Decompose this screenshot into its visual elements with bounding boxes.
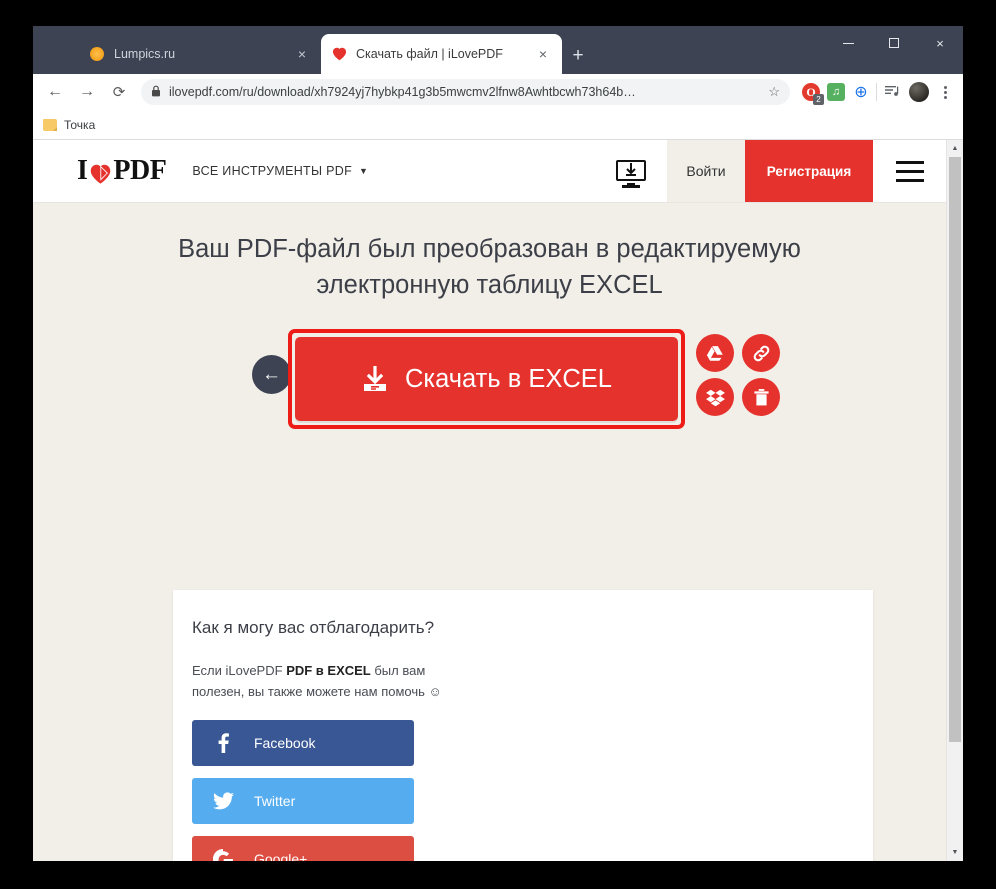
page-title: Ваш PDF-файл был преобразован в редактир… [178, 235, 801, 299]
download-excel-button[interactable]: Скачать в EXCEL [295, 337, 678, 421]
scrollbar-thumb[interactable] [949, 157, 961, 742]
minimize-button[interactable] [825, 26, 871, 60]
media-list-icon[interactable] [883, 85, 903, 99]
tab-strip: × Lumpics.ru × Скачать файл | iLovePDF ×… [33, 26, 963, 74]
music-extension-icon[interactable]: ♫ [827, 83, 845, 101]
site-header: I PDF ВСЕ ИНСТРУМЕНТЫ PDF ▼ Войти Регист… [33, 140, 946, 203]
card-body-bold: PDF в EXCEL [286, 663, 371, 678]
reload-icon[interactable]: ⟳ [105, 78, 133, 106]
desktop-download-icon [616, 159, 646, 188]
facebook-icon [192, 733, 254, 753]
extension-badge: 2 [813, 94, 824, 105]
download-section: ← Скачать в EXCEL [33, 323, 946, 443]
card-body-part1: Если iLovePDF [192, 663, 287, 678]
bookmarks-bar: Точка [33, 110, 963, 140]
tab-title: Скачать файл | iLovePDF [356, 47, 503, 61]
signup-button[interactable]: Регистрация [745, 140, 873, 202]
smiley-icon: ☺ [428, 684, 442, 699]
google-drive-button[interactable] [696, 334, 734, 372]
lock-icon [151, 85, 161, 100]
web-page: I PDF ВСЕ ИНСТРУМЕНТЫ PDF ▼ Войти Регист… [33, 140, 946, 861]
desktop-app-button[interactable] [595, 140, 667, 202]
screenshot-frame: × Lumpics.ru × Скачать файл | iLovePDF ×… [0, 0, 996, 889]
window-controls: × [825, 26, 963, 60]
maximize-button[interactable] [871, 26, 917, 60]
tab-title: Lumpics.ru [114, 47, 176, 61]
google-plus-icon [192, 849, 254, 861]
cloud-actions [693, 331, 785, 419]
address-bar[interactable]: ilovepdf.com/ru/download/xh7924yj7hybkp4… [141, 79, 790, 105]
browser-tab-ilovepdf[interactable]: Скачать файл | iLovePDF × [321, 34, 562, 74]
bookmark-label: Точка [64, 117, 96, 132]
bookmark-tochka[interactable]: Точка [43, 118, 95, 132]
all-pdf-tools-menu[interactable]: ВСЕ ИНСТРУМЕНТЫ PDF ▼ [192, 140, 368, 202]
card-body: Если iLovePDF PDF в EXCEL был вам полезе… [173, 638, 473, 702]
browser-window: × Lumpics.ru × Скачать файл | iLovePDF ×… [33, 26, 963, 861]
hamburger-menu-icon[interactable] [873, 140, 946, 202]
scroll-up-arrow[interactable]: ▲ [947, 140, 963, 157]
browser-toolbar: ← → ⟳ ilovepdf.com/ru/download/xh7924yj7… [33, 74, 963, 110]
close-window-button[interactable]: × [917, 26, 963, 60]
url-text: ilovepdf.com/ru/download/xh7924yj7hybkp4… [169, 85, 636, 99]
page-scrollbar[interactable]: ▲ ▼ [946, 140, 963, 861]
social-label: Facebook [254, 735, 316, 751]
kebab-menu-icon[interactable] [935, 85, 955, 99]
heart-icon [89, 162, 112, 185]
back-button[interactable]: ← [252, 355, 291, 394]
bookmark-star-icon[interactable]: ☆ [768, 84, 780, 100]
browser-tab-lumpics[interactable]: Lumpics.ru × [79, 34, 321, 74]
page-viewport: I PDF ВСЕ ИНСТРУМЕНТЫ PDF ▼ Войти Регист… [33, 140, 963, 861]
twitter-icon [192, 792, 254, 810]
toolbar-divider [876, 83, 877, 101]
orange-circle-icon [89, 46, 105, 62]
extensions-area: O 2 ♫ ⊕ [796, 83, 870, 105]
scroll-down-arrow[interactable]: ▼ [947, 844, 963, 861]
share-facebook-button[interactable]: Facebook [192, 720, 414, 766]
login-button[interactable]: Войти [667, 140, 745, 202]
back-navigation-icon[interactable]: ← [41, 78, 69, 106]
header-spacer [368, 140, 595, 202]
close-tab-icon[interactable]: × [293, 45, 311, 63]
close-tab-icon[interactable]: × [534, 45, 552, 63]
logo-text-pre: I [77, 155, 88, 186]
social-share-buttons: Facebook Twitter Google+ [173, 702, 873, 861]
share-twitter-button[interactable]: Twitter [192, 778, 414, 824]
social-label: Google+ [254, 851, 308, 861]
copy-link-button[interactable] [742, 334, 780, 372]
dropbox-button[interactable] [696, 378, 734, 416]
opera-extension-icon[interactable]: O 2 [802, 83, 824, 105]
all-tools-label: ВСЕ ИНСТРУМЕНТЫ PDF [192, 164, 353, 178]
logo-text-post: PDF [113, 155, 167, 186]
ilovepdf-logo[interactable]: I PDF [33, 140, 192, 202]
new-tab-button[interactable]: + [566, 44, 590, 68]
download-icon [361, 365, 389, 393]
card-title: Как я могу вас отблагодарить? [192, 618, 435, 637]
chevron-down-icon: ▼ [359, 166, 369, 176]
share-googleplus-button[interactable]: Google+ [192, 836, 414, 861]
forward-navigation-icon[interactable]: → [73, 78, 101, 106]
thanks-card: Как я могу вас отблагодарить? Если iLove… [173, 590, 873, 861]
folder-icon [43, 118, 57, 131]
delete-button[interactable] [742, 378, 780, 416]
user-avatar[interactable] [909, 82, 929, 102]
scrollbar-track[interactable] [947, 157, 963, 844]
social-label: Twitter [254, 793, 296, 809]
red-heart-icon [331, 46, 347, 62]
globe-extension-icon[interactable]: ⊕ [852, 83, 870, 101]
download-button-label: Скачать в EXCEL [405, 364, 612, 393]
